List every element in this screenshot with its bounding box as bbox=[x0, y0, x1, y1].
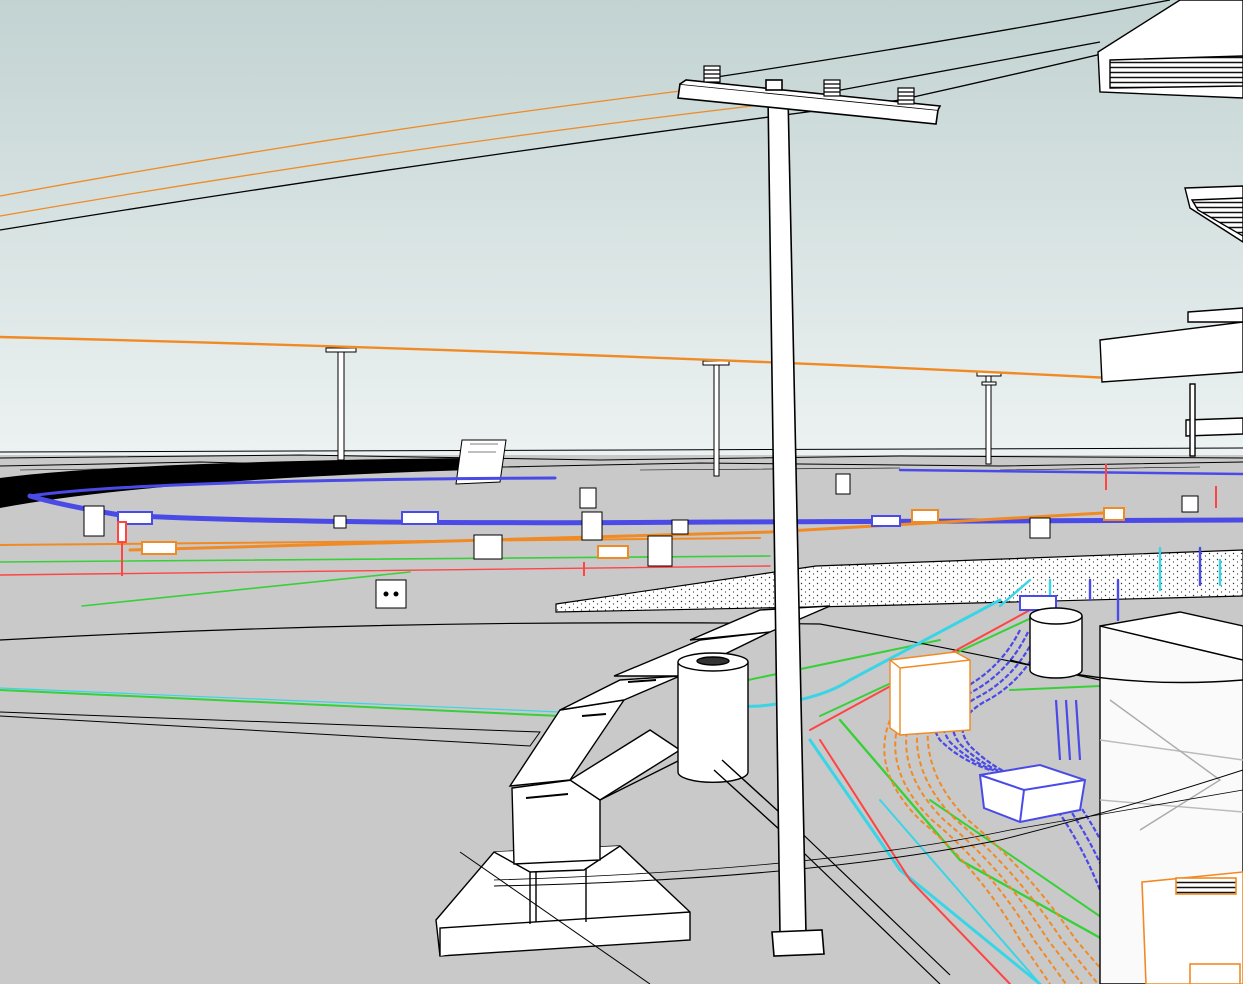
vault-box-icon bbox=[579, 487, 597, 509]
vault-box-icon bbox=[835, 473, 851, 495]
vault-box-icon bbox=[83, 505, 105, 537]
utility-pole-icon bbox=[337, 349, 345, 461]
utility-pole-icon bbox=[985, 373, 992, 465]
vault-box-icon bbox=[473, 534, 503, 560]
vault-box-icon bbox=[375, 579, 407, 609]
utility-model-scene bbox=[0, 0, 1243, 984]
vault-box-icon bbox=[1181, 495, 1199, 513]
sky bbox=[0, 0, 1243, 470]
transformer-vault bbox=[1141, 871, 1243, 984]
vault-box-icon bbox=[671, 519, 689, 535]
vault-box-icon bbox=[1029, 517, 1051, 539]
vault-box-icon bbox=[581, 511, 603, 541]
vault-box-icon bbox=[647, 535, 673, 567]
vault-box-icon bbox=[333, 515, 347, 529]
utility-pole-icon bbox=[713, 363, 720, 477]
electrical-vault bbox=[889, 651, 971, 736]
manhole-icon bbox=[1029, 607, 1083, 679]
